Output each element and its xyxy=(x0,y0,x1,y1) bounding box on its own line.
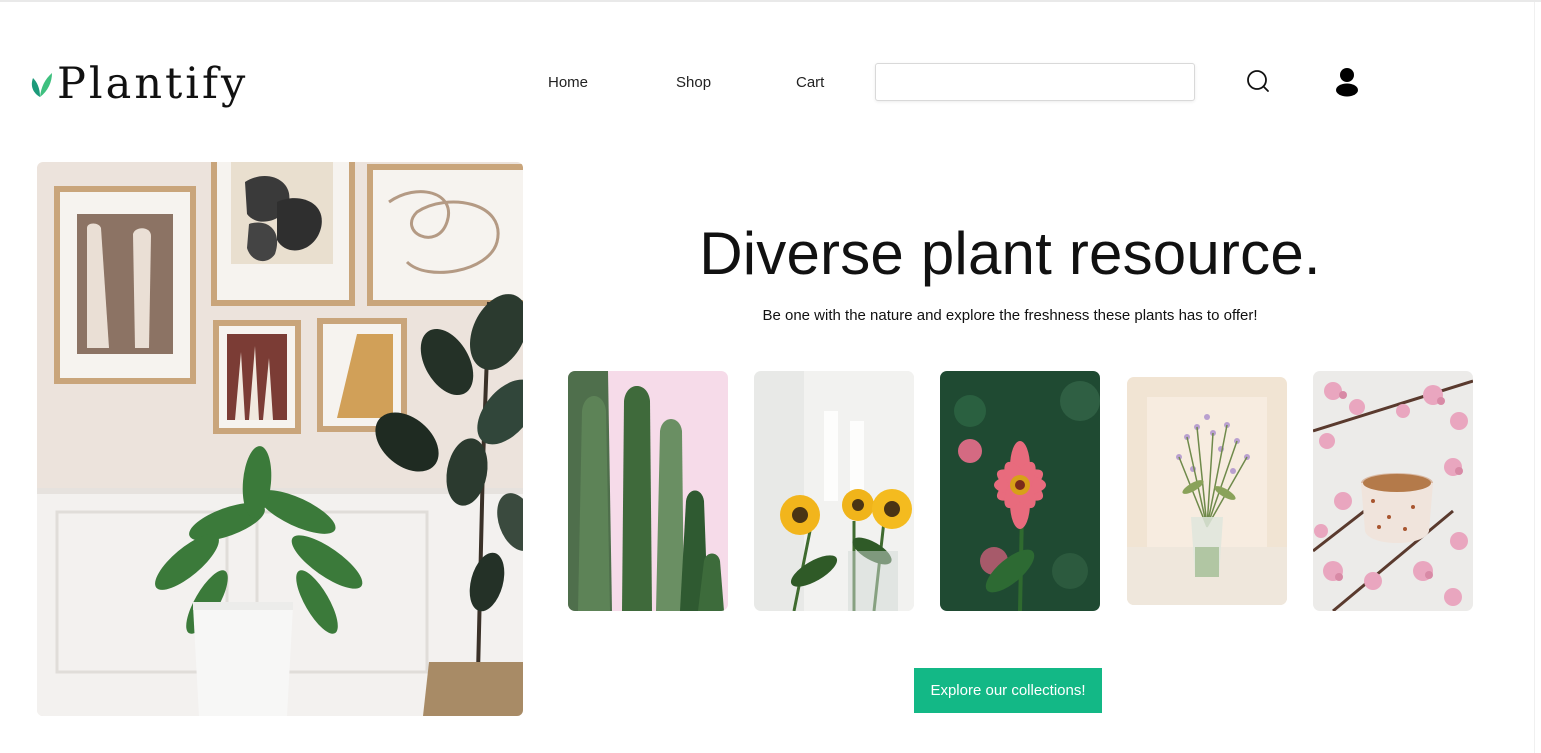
user-icon xyxy=(1336,68,1358,97)
gallery-card-wildflowers[interactable] xyxy=(1127,377,1287,605)
brand-logo[interactable]: Plantify xyxy=(28,56,248,112)
search-icon xyxy=(1247,70,1269,92)
explore-collections-button[interactable]: Explore our collections! xyxy=(914,668,1102,713)
gallery-card-cactus[interactable] xyxy=(568,371,728,611)
search-input[interactable] xyxy=(875,63,1195,101)
leaf-icon xyxy=(31,73,52,97)
right-border xyxy=(1534,2,1535,753)
nav-home-link[interactable]: Home xyxy=(548,72,588,94)
gallery-card-sunflowers[interactable] xyxy=(754,371,914,611)
brand-name: Plantify xyxy=(57,58,249,109)
hero-image xyxy=(37,162,523,716)
search-button[interactable] xyxy=(1244,67,1272,95)
gallery-card-zinnia[interactable] xyxy=(940,371,1100,611)
hero-subtitle: Be one with the nature and explore the f… xyxy=(762,307,1258,324)
nav-shop-link[interactable]: Shop xyxy=(676,72,711,94)
gallery-card-cherry-blossom[interactable] xyxy=(1313,371,1473,611)
nav-cart-link[interactable]: Cart xyxy=(796,72,824,94)
top-border xyxy=(0,0,1541,2)
account-button[interactable] xyxy=(1334,66,1360,98)
hero-title: Diverse plant resource. xyxy=(699,220,1321,287)
